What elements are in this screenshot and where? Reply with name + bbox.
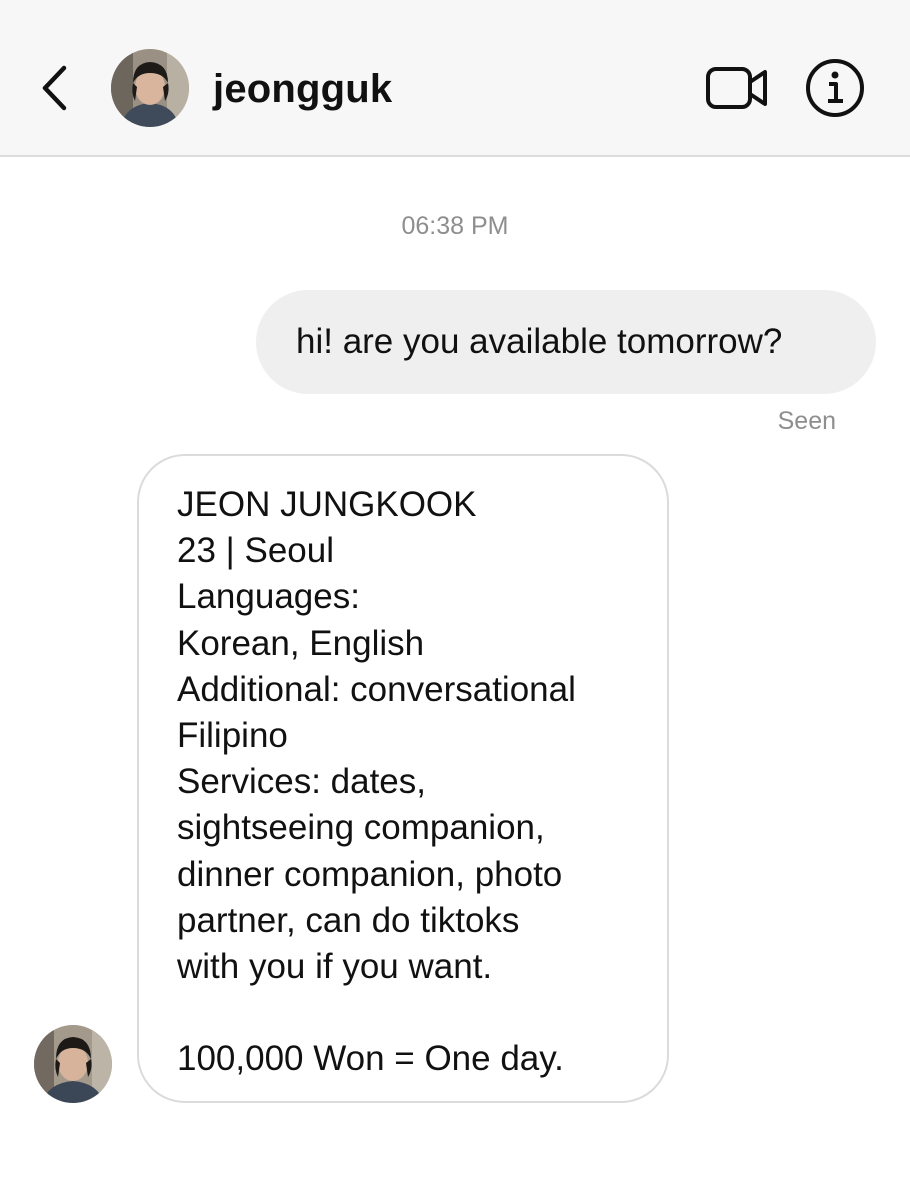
message-line: dinner companion, photo (177, 854, 563, 894)
avatar[interactable] (111, 49, 189, 127)
message-line: JEON JUNGKOOK (177, 485, 477, 524)
chat-username[interactable]: jeongguk (213, 66, 392, 112)
message-line: Languages: (177, 577, 360, 617)
video-call-button[interactable] (704, 62, 770, 114)
message-timestamp: 06:38 PM (401, 212, 509, 240)
profile-photo (111, 49, 189, 127)
sender-avatar[interactable] (34, 1025, 112, 1103)
info-icon (806, 59, 864, 117)
message-line: 23 | Seoul (177, 531, 334, 571)
chat-header: jeongguk (0, 0, 910, 157)
incoming-message-bubble[interactable]: JEON JUNGKOOK 23 | Seoul Languages: Kore… (137, 454, 669, 1103)
chevron-left-icon (42, 65, 67, 111)
message-line: sightseeing companion, (177, 808, 545, 848)
video-camera-icon (706, 67, 767, 109)
back-button[interactable] (28, 58, 80, 118)
message-line: Services: dates, (177, 762, 426, 802)
message-line: Additional: conversational (177, 669, 576, 709)
profile-photo (34, 1025, 112, 1103)
message-line: Korean, English (177, 623, 425, 663)
outgoing-message-bubble[interactable]: hi! are you available tomorrow? (256, 290, 876, 394)
message-line: Filipino (177, 716, 288, 756)
message-line: 100,000 Won = One day. (177, 1039, 564, 1079)
message-line: partner, can do tiktoks (177, 900, 520, 940)
info-button[interactable] (804, 57, 866, 119)
message-line: with you if you want. (177, 947, 493, 987)
seen-status: Seen (777, 407, 836, 435)
